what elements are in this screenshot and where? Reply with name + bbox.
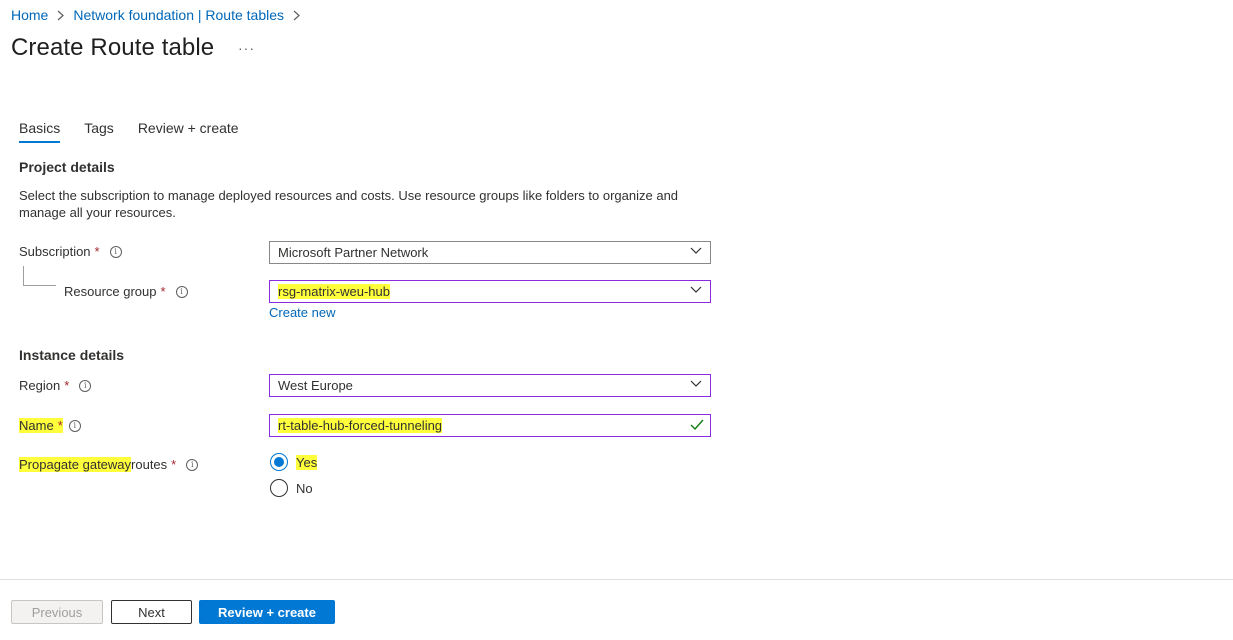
subscription-label: Subscription * i: [19, 244, 122, 259]
tab-tags[interactable]: Tags: [84, 120, 114, 143]
breadcrumb-route-tables[interactable]: Network foundation | Route tables: [73, 7, 284, 23]
info-icon[interactable]: i: [186, 458, 199, 471]
required-mark: *: [160, 284, 166, 299]
region-select[interactable]: West Europe: [269, 374, 711, 397]
region-label: Region * i: [19, 378, 92, 393]
name-input[interactable]: rt-table-hub-forced-tunneling: [269, 414, 711, 437]
radio-no-label: No: [296, 480, 313, 496]
chevron-right-icon: [293, 10, 300, 21]
required-mark: *: [57, 418, 63, 433]
tab-review-create[interactable]: Review + create: [138, 120, 239, 143]
chevron-down-icon: [690, 380, 702, 387]
required-mark: *: [94, 244, 100, 259]
resource-group-label: Resource group * i: [64, 284, 188, 299]
radio-no-button[interactable]: [270, 479, 288, 497]
more-options-icon[interactable]: ···: [238, 40, 255, 56]
info-icon[interactable]: i: [175, 285, 188, 298]
required-mark: *: [64, 378, 70, 393]
create-new-link[interactable]: Create new: [269, 305, 335, 320]
tab-list: Basics Tags Review + create: [19, 120, 263, 143]
info-icon[interactable]: i: [68, 419, 81, 432]
project-description: Select the subscription to manage deploy…: [19, 188, 679, 220]
radio-yes[interactable]: Yes: [270, 453, 318, 471]
project-details-heading: Project details: [19, 159, 115, 175]
chevron-down-icon: [690, 247, 702, 254]
breadcrumb-home[interactable]: Home: [11, 7, 48, 23]
instance-details-heading: Instance details: [19, 347, 125, 363]
tab-basics[interactable]: Basics: [19, 120, 61, 143]
chevron-right-icon: [57, 10, 65, 21]
tree-connector: [23, 266, 56, 286]
next-button[interactable]: Next: [111, 600, 192, 624]
checkmark-icon: [690, 419, 704, 431]
radio-yes-label: Yes: [296, 454, 318, 470]
page-title: Create Route table: [11, 34, 215, 61]
propagate-routes-label: Propagate gateway routes * i: [19, 457, 199, 472]
footer-divider: [0, 579, 1233, 580]
resource-group-select[interactable]: rsg-matrix-weu-hub: [269, 280, 711, 303]
breadcrumb: Home Network foundation | Route tables: [11, 7, 309, 23]
subscription-select[interactable]: Microsoft Partner Network: [269, 241, 711, 264]
info-icon[interactable]: i: [109, 245, 122, 258]
previous-button[interactable]: Previous: [11, 600, 103, 624]
required-mark: *: [171, 457, 177, 472]
review-create-button[interactable]: Review + create: [199, 600, 335, 624]
radio-yes-button[interactable]: [270, 453, 288, 471]
chevron-down-icon: [690, 286, 702, 293]
name-label: Name * i: [19, 418, 81, 433]
info-icon[interactable]: i: [79, 379, 92, 392]
radio-no[interactable]: No: [270, 479, 313, 497]
